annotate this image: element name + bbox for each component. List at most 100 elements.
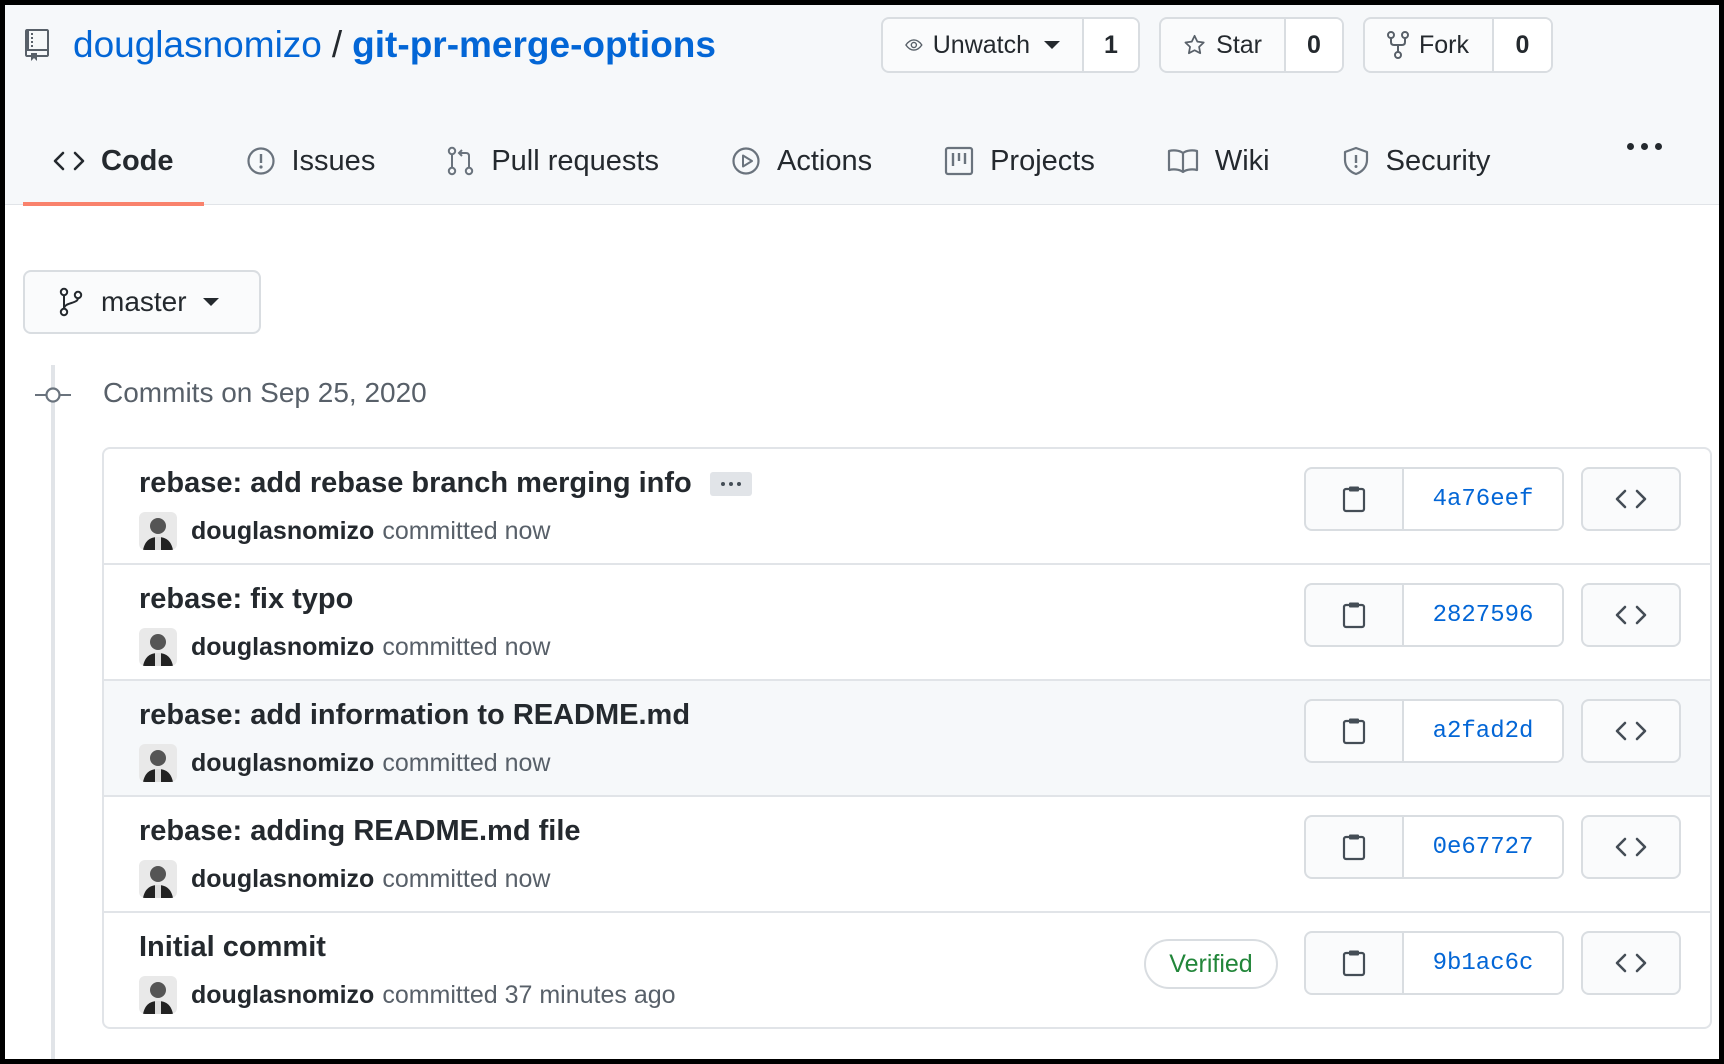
commit-author[interactable]: douglasnomizo (191, 981, 374, 1010)
star-group: Star 0 (1159, 17, 1344, 73)
commit-sha-link[interactable]: a2fad2d (1404, 701, 1562, 761)
sha-button-group: 2827596 (1304, 583, 1564, 647)
commit-author[interactable]: douglasnomizo (191, 633, 374, 662)
unwatch-button[interactable]: Unwatch (883, 19, 1084, 71)
project-icon (944, 146, 974, 176)
avatar[interactable] (139, 512, 177, 550)
commit-row: Initial commit douglasnomizo committed 3… (104, 913, 1710, 1027)
clipboard-icon (1342, 602, 1366, 629)
avatar[interactable] (139, 628, 177, 666)
issue-icon (246, 147, 275, 175)
code-icon (1615, 721, 1647, 741)
sha-button-group: 9b1ac6c (1304, 931, 1564, 995)
commit-time: committed 37 minutes ago (382, 980, 676, 1009)
commit-sha-link[interactable]: 2827596 (1404, 585, 1562, 645)
tab-security[interactable]: Security (1312, 117, 1521, 205)
copy-sha-button[interactable] (1306, 469, 1404, 529)
expand-ellipsis-button[interactable] (709, 471, 752, 496)
browse-files-button[interactable] (1581, 931, 1681, 995)
avatar[interactable] (139, 976, 177, 1014)
commit-time: committed now (382, 516, 551, 545)
verified-badge[interactable]: Verified (1144, 939, 1278, 989)
commit-message[interactable]: rebase: fix typo (139, 583, 353, 616)
commit-meta: douglasnomizo committed now (139, 859, 550, 899)
tab-pull-requests[interactable]: Pull requests (417, 117, 689, 205)
commit-row: rebase: add rebase branch merging info d… (104, 449, 1710, 565)
chevron-down-icon (202, 298, 219, 306)
tab-actions[interactable]: Actions (701, 117, 902, 205)
browse-files-button[interactable] (1581, 699, 1681, 763)
commit-list: rebase: add rebase branch merging info d… (102, 447, 1712, 1029)
code-icon (1615, 837, 1647, 857)
code-icon (53, 151, 85, 171)
browse-files-button[interactable] (1581, 583, 1681, 647)
commit-meta: douglasnomizo committed now (139, 743, 550, 783)
fork-label: Fork (1419, 30, 1469, 59)
commit-author[interactable]: douglasnomizo (191, 865, 374, 894)
tab-projects[interactable]: Projects (914, 117, 1125, 205)
avatar[interactable] (139, 860, 177, 898)
copy-sha-button[interactable] (1306, 701, 1404, 761)
eye-icon (905, 39, 923, 51)
commit-time: committed now (382, 864, 551, 893)
code-icon (1615, 953, 1647, 973)
commit-message[interactable]: rebase: adding README.md file (139, 815, 581, 848)
play-icon (732, 147, 760, 175)
commit-sha-link[interactable]: 0e67727 (1404, 817, 1562, 877)
more-tabs-icon[interactable] (1627, 143, 1662, 150)
browse-files-button[interactable] (1581, 815, 1681, 879)
commit-author[interactable]: douglasnomizo (191, 517, 374, 546)
commit-row: rebase: fix typo douglasnomizo committed… (104, 565, 1710, 681)
tab-security-label: Security (1385, 144, 1491, 177)
commit-message[interactable]: Initial commit (139, 931, 326, 964)
tab-wiki-label: Wiki (1214, 144, 1270, 177)
app-frame: douglasnomizo / git-pr-merge-options Unw… (5, 5, 1719, 1059)
commit-row: rebase: adding README.md file douglasnom… (104, 797, 1710, 913)
commit-author[interactable]: douglasnomizo (191, 749, 374, 778)
star-button[interactable]: Star (1161, 19, 1286, 71)
pull-request-icon (448, 146, 474, 176)
branch-select-button[interactable]: master (23, 270, 261, 334)
commit-time: committed now (382, 748, 551, 777)
clipboard-icon (1342, 486, 1366, 513)
fork-count[interactable]: 0 (1494, 19, 1551, 71)
repo-tabs: Code Issues Pull requests Actions Projec… (23, 117, 1532, 206)
repo-title: douglasnomizo / git-pr-merge-options (23, 19, 716, 71)
tab-projects-label: Projects (990, 144, 1095, 177)
path-separator: / (331, 24, 343, 65)
unwatch-label: Unwatch (932, 30, 1030, 59)
browse-files-button[interactable] (1581, 467, 1681, 531)
code-icon (1615, 489, 1647, 509)
repo-header: douglasnomizo / git-pr-merge-options Unw… (5, 5, 1719, 206)
book-icon (1167, 149, 1198, 174)
tab-issues[interactable]: Issues (216, 117, 406, 205)
tab-actions-label: Actions (776, 144, 873, 177)
commit-meta: douglasnomizo committed now (139, 511, 550, 551)
code-icon (1615, 605, 1647, 625)
commit-sha-link[interactable]: 4a76eef (1404, 469, 1562, 529)
tab-code[interactable]: Code (23, 117, 204, 206)
repo-name-link[interactable]: git-pr-merge-options (352, 24, 716, 66)
repo-icon (25, 29, 49, 61)
fork-icon (1387, 31, 1409, 59)
clipboard-icon (1342, 834, 1366, 861)
commit-message[interactable]: rebase: add information to README.md (139, 699, 690, 732)
avatar[interactable] (139, 744, 177, 782)
shield-icon (1343, 146, 1368, 176)
fork-button[interactable]: Fork (1365, 19, 1494, 71)
commit-sha-link[interactable]: 9b1ac6c (1404, 933, 1562, 993)
watch-count[interactable]: 1 (1084, 19, 1138, 71)
star-count[interactable]: 0 (1286, 19, 1342, 71)
repo-owner-link[interactable]: douglasnomizo (73, 24, 322, 66)
copy-sha-button[interactable] (1306, 933, 1404, 993)
tab-wiki[interactable]: Wiki (1137, 117, 1300, 205)
tab-issues-label: Issues (291, 144, 376, 177)
branch-name: master (101, 286, 187, 317)
commit-message[interactable]: rebase: add rebase branch merging info (139, 467, 752, 500)
commit-row: rebase: add information to README.md dou… (104, 681, 1710, 797)
clipboard-icon (1342, 718, 1366, 745)
copy-sha-button[interactable] (1306, 817, 1404, 877)
copy-sha-button[interactable] (1306, 585, 1404, 645)
commit-node-icon (35, 387, 71, 403)
tab-code-label: Code (101, 144, 174, 177)
